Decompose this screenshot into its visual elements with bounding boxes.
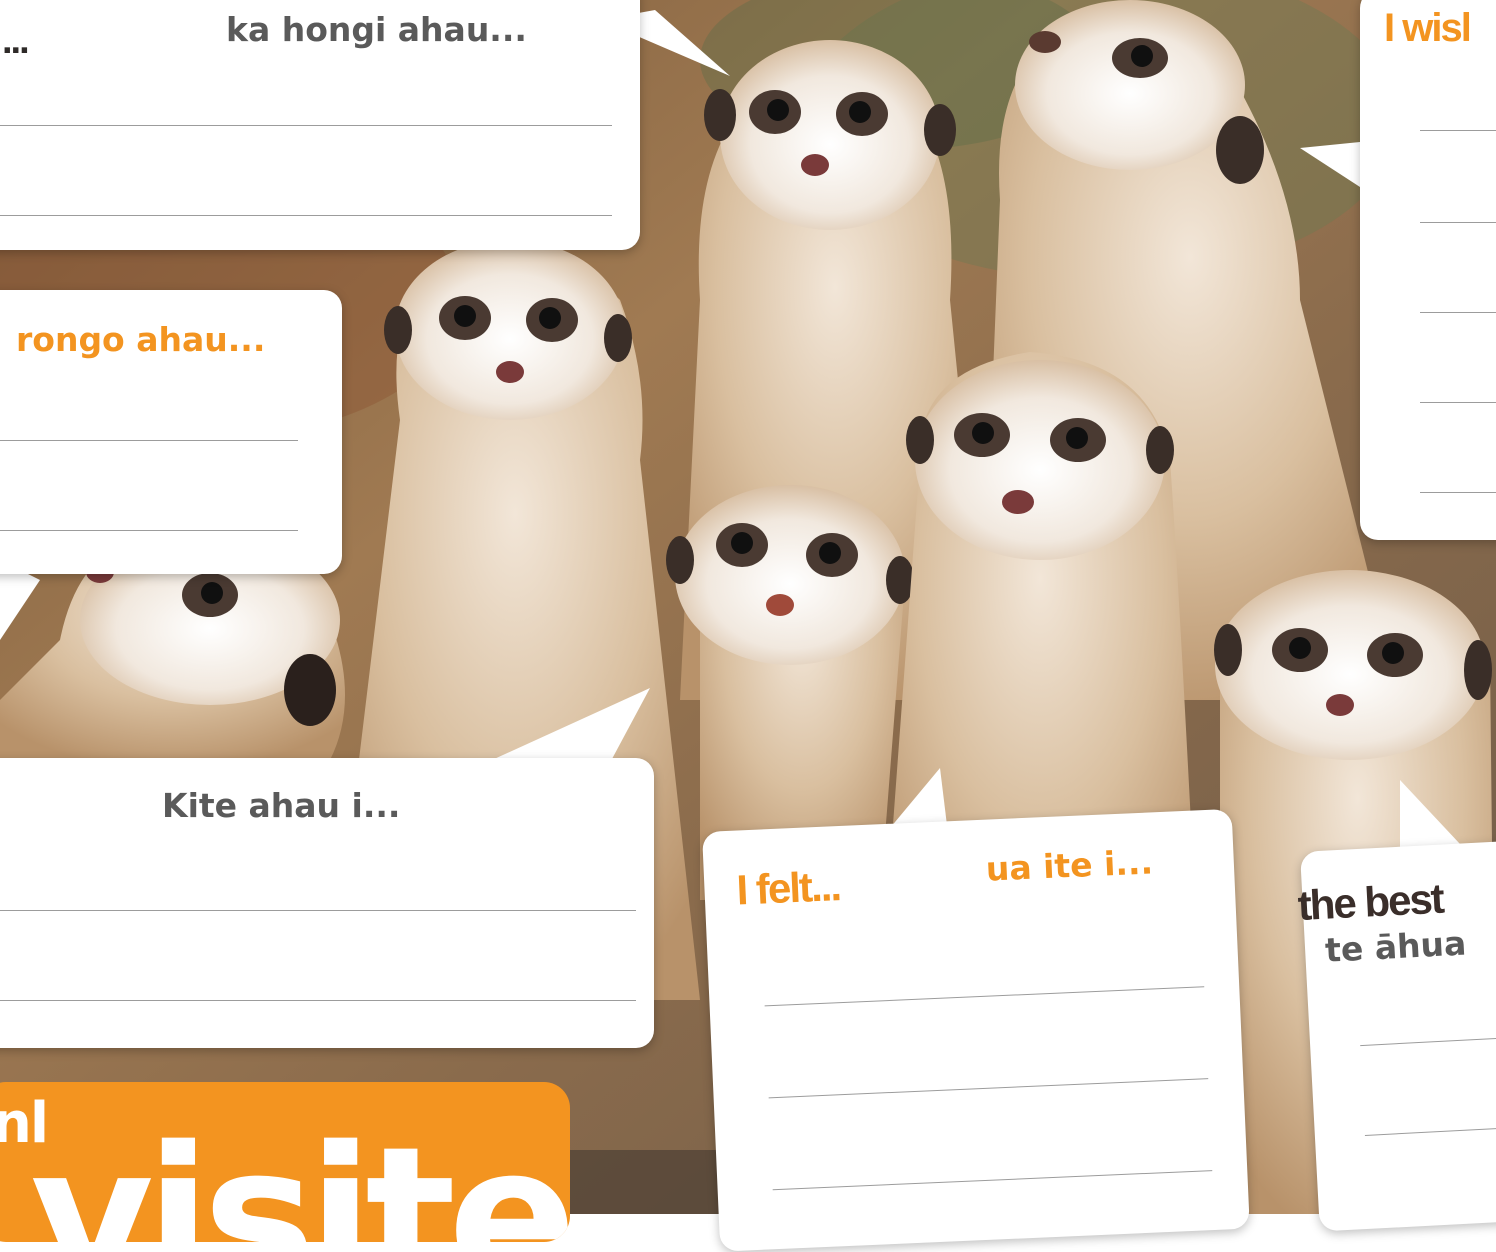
wish-english-label: I wisl	[1384, 6, 1472, 50]
see-maori-label: Kite ahau i...	[162, 786, 401, 825]
smell-english-label: ...	[2, 20, 30, 62]
best-maori-label: te āhua	[1324, 923, 1468, 970]
visited-banner: nl visited	[0, 1082, 570, 1242]
banner-big-text: visited	[30, 1106, 570, 1243]
speech-bubble-see: Kite ahau i...	[0, 758, 654, 1048]
write-line[interactable]	[764, 986, 1205, 1007]
write-line[interactable]	[0, 910, 636, 911]
speech-bubble-hear: rongo ahau...	[0, 290, 342, 574]
write-line[interactable]	[1420, 402, 1496, 403]
speech-bubble-smell: ... ka hongi ahau...	[0, 0, 640, 250]
write-line[interactable]	[768, 1078, 1209, 1099]
smell-maori-label: ka hongi ahau...	[226, 10, 527, 49]
write-line[interactable]	[0, 215, 612, 216]
write-line[interactable]	[1420, 130, 1496, 131]
write-line[interactable]	[0, 530, 298, 531]
speech-bubble-wish: I wisl	[1360, 0, 1496, 540]
write-line[interactable]	[0, 440, 298, 441]
write-line[interactable]	[1360, 1035, 1496, 1047]
write-line[interactable]	[1364, 1125, 1496, 1136]
write-line[interactable]	[0, 125, 612, 126]
write-line[interactable]	[1420, 492, 1496, 493]
hear-maori-label: rongo ahau...	[16, 320, 266, 359]
write-line[interactable]	[1420, 222, 1496, 223]
write-line[interactable]	[0, 1000, 636, 1001]
speech-bubble-best: the best te āhua	[1296, 839, 1496, 1232]
speech-bubble-felt: I felt... ua ite i...	[702, 808, 1250, 1252]
write-line[interactable]	[1420, 312, 1496, 313]
felt-english-label: I felt...	[735, 862, 841, 914]
best-english-label: the best	[1296, 874, 1444, 930]
felt-maori-label: ua ite i...	[985, 842, 1154, 889]
write-line[interactable]	[772, 1170, 1213, 1191]
